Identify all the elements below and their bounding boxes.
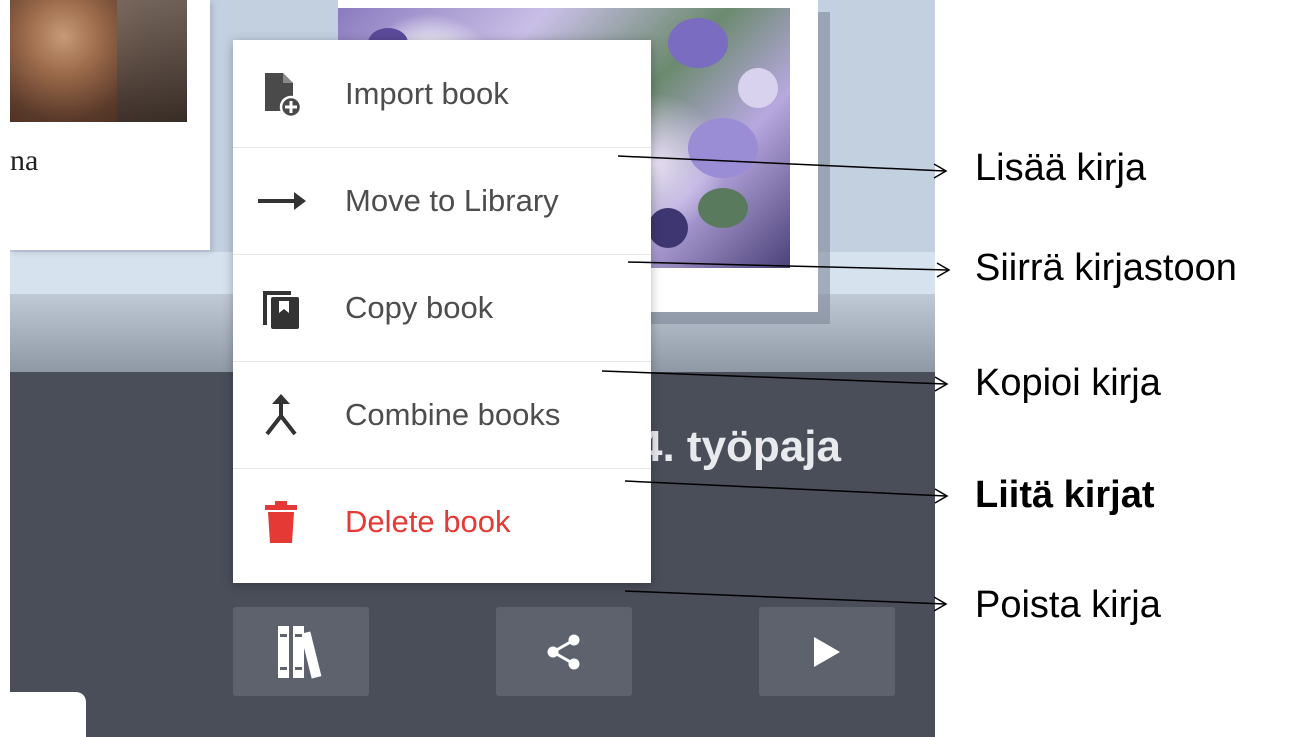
- book-card-left[interactable]: na: [10, 0, 210, 250]
- menu-item-label: Copy book: [345, 290, 494, 325]
- menu-item-label: Import book: [345, 75, 509, 111]
- bottom-tab[interactable]: [10, 692, 86, 737]
- menu-item-move-to-library[interactable]: Move to Library: [233, 147, 651, 254]
- menu-item-label: Delete book: [345, 504, 511, 539]
- menu-item-import-book[interactable]: Import book: [233, 40, 651, 147]
- library-icon: [278, 625, 322, 679]
- play-icon: [814, 636, 840, 667]
- trash-icon: [265, 501, 297, 543]
- context-menu: Import book Move to Library Copy book Co…: [233, 40, 651, 583]
- menu-item-label: Combine books: [345, 397, 561, 432]
- share-icon: [547, 634, 580, 669]
- book-card-caption: na: [10, 144, 39, 177]
- merge-icon: [265, 394, 297, 436]
- menu-item-combine-books[interactable]: Combine books: [233, 361, 651, 468]
- library-button[interactable]: [233, 607, 369, 696]
- annotation-combine-books: Liitä kirjat: [975, 474, 1155, 516]
- arrow-right-icon: [258, 192, 306, 210]
- copy-book-icon: [263, 291, 299, 329]
- menu-item-delete-book[interactable]: Delete book: [233, 468, 651, 575]
- annotation-import-book: Lisää kirja: [975, 147, 1147, 189]
- annotation-move-to-library: Siirrä kirjastoon: [975, 247, 1237, 289]
- book-title: 4. työpaja: [638, 422, 841, 471]
- file-add-icon: [265, 72, 301, 117]
- play-button[interactable]: [759, 607, 895, 696]
- book-cover-photo: [10, 0, 187, 122]
- menu-item-copy-book[interactable]: Copy book: [233, 254, 651, 361]
- annotation-delete-book: Poista kirja: [975, 584, 1161, 626]
- share-button[interactable]: [496, 607, 632, 696]
- menu-item-label: Move to Library: [345, 183, 559, 218]
- annotation-copy-book: Kopioi kirja: [975, 362, 1161, 404]
